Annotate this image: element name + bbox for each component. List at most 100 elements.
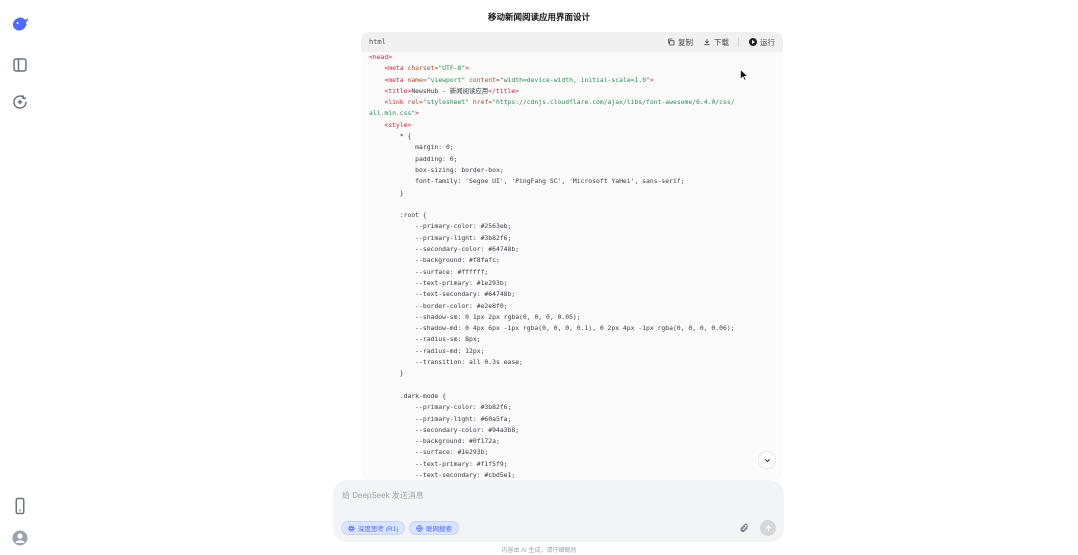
code-token: all.min.css"	[369, 109, 416, 118]
copy-button[interactable]: 复制	[667, 37, 693, 48]
code-token: --text-primary: #f1f5f9;	[369, 459, 508, 468]
code-line: ​	[369, 199, 775, 210]
code-line: --background: #0f172a;	[369, 436, 775, 447]
code-token: --border-color: #e2e8f0;	[369, 301, 508, 310]
message-input[interactable]	[342, 488, 742, 502]
code-line: --background: #f8fafc;	[369, 255, 775, 266]
left-sidebar	[0, 0, 40, 555]
code-token: <style>	[384, 120, 412, 129]
code-line: :root {	[369, 210, 775, 221]
code-token: padding: 0;	[369, 154, 458, 163]
code-token: charset=	[403, 64, 439, 73]
code-token: href=	[469, 98, 493, 107]
code-token: --text-secondary: #cbd5e1;	[369, 470, 516, 479]
web-search-toggle[interactable]: 联网搜索	[409, 521, 459, 535]
download-button[interactable]: 下载	[703, 37, 729, 48]
code-token: --text-primary: #1e293b;	[369, 278, 508, 287]
code-token: --background: #0f172a;	[369, 437, 500, 446]
code-token: rel=	[403, 98, 423, 107]
deep-think-label: 深度思考 (R1)	[358, 526, 399, 533]
page-title: 移动新闻阅读应用界面设计	[487, 12, 590, 22]
code-token: >	[415, 109, 420, 118]
download-label: 下载	[714, 37, 729, 47]
code-token: </title>	[488, 86, 519, 95]
paperclip-icon	[740, 523, 749, 532]
code-token: "https://cdnjs.cloudflare.com/ajax/libs/…	[492, 98, 735, 107]
code-line: all.min.css">	[369, 108, 775, 119]
code-token: --primary-color: #2563eb;	[369, 222, 512, 231]
code-token: --shadow-sm: 0 1px 2px rgba(0, 0, 0, 0.0…	[369, 312, 581, 321]
code-block: html 复制 下载 运行 <head> <meta charset="UTF-…	[361, 32, 783, 480]
globe-icon	[416, 524, 423, 532]
code-token: .dark-mode {	[369, 391, 446, 400]
code-token: <head>	[369, 53, 393, 61]
code-token: --text-secondary: #64748b;	[369, 290, 516, 299]
code-line: --primary-light: #60a5fa;	[369, 414, 775, 425]
code-token: --transition: all 0.3s ease;	[369, 358, 523, 367]
code-line: --radius-sm: 8px;	[369, 334, 775, 345]
code-line: --primary-color: #2563eb;	[369, 221, 775, 232]
code-line: --primary-color: #3b82f6;	[369, 402, 775, 413]
code-token: content=	[465, 75, 500, 84]
code-line: --border-color: #e2e8f0;	[369, 301, 775, 312]
code-token: font-family: 'Segoe UI', 'PingFang SC', …	[369, 177, 685, 186]
download-icon	[704, 39, 710, 46]
new-chat-icon[interactable]	[10, 92, 30, 112]
code-line: <link rel="stylesheet" href="https://cdn…	[369, 97, 775, 108]
code-token: <title>	[384, 86, 412, 95]
code-line: --secondary-color: #94a3b8;	[369, 425, 775, 436]
code-token: --radius-sm: 8px;	[369, 335, 481, 344]
code-line: --text-primary: #1e293b;	[369, 278, 775, 289]
message-composer: 深度思考 (R1) 联网搜索	[333, 480, 784, 542]
code-token: }	[369, 188, 404, 197]
code-token: --surface: #ffffff;	[369, 267, 489, 276]
sidebar-toggle-icon[interactable]	[10, 55, 30, 75]
code-line: font-family: 'Segoe UI', 'PingFang SC', …	[369, 176, 775, 187]
code-line: <meta name="viewport" content="width=dev…	[369, 75, 775, 86]
code-line: <style>	[369, 120, 775, 131]
code-line: --primary-light: #3b82f6;	[369, 233, 775, 244]
code-line: <meta charset="UTF-8">	[369, 63, 775, 74]
code-token: <link	[384, 98, 404, 107]
code-token: --secondary-color: #94a3b8;	[369, 425, 520, 434]
code-token: --radius-md: 12px;	[369, 346, 485, 355]
code-line: margin: 0;	[369, 142, 775, 153]
code-line: --text-secondary: #64748b;	[369, 289, 775, 300]
code-content: <head> <meta charset="UTF-8"> <meta name…	[361, 52, 783, 480]
code-token: <meta	[384, 75, 404, 84]
code-token: "stylesheet"	[422, 98, 470, 107]
ai-disclaimer: 内容由 AI 生成，请仔细甄别	[501, 548, 577, 554]
code-token: name=	[403, 75, 427, 84]
code-header: html 复制 下载 运行	[361, 32, 783, 52]
deep-think-toggle[interactable]: 深度思考 (R1)	[341, 521, 406, 535]
play-icon	[749, 38, 757, 46]
code-line: --shadow-md: 0 4px 6px -1px rgba(0, 0, 0…	[369, 323, 775, 334]
code-token: box-sizing: border-box;	[369, 165, 504, 174]
code-token: "width=device-width, initial-scale=1.0"	[499, 75, 650, 84]
code-token: >	[649, 75, 654, 84]
code-token: --background: #f8fafc;	[369, 256, 500, 265]
code-line: * {	[369, 131, 775, 142]
code-token: --surface: #1e293b;	[369, 448, 489, 457]
code-line: --surface: #ffffff;	[369, 267, 775, 278]
code-token: --shadow-md: 0 4px 6px -1px rgba(0, 0, 0…	[369, 324, 735, 333]
mobile-app-icon[interactable]	[10, 496, 30, 516]
code-line: --surface: #1e293b;	[369, 447, 775, 458]
copy-label: 复制	[678, 37, 693, 47]
mouse-cursor-icon	[740, 69, 748, 81]
code-line: --text-secondary: #cbd5e1;	[369, 470, 775, 480]
code-line: box-sizing: border-box;	[369, 165, 775, 176]
scroll-to-bottom-button[interactable]	[758, 451, 776, 469]
arrow-up-icon	[764, 524, 772, 531]
attach-file-button[interactable]	[737, 521, 751, 535]
code-token: NewsHub - 新闻阅读应用	[411, 86, 489, 95]
send-button[interactable]	[760, 520, 776, 536]
code-token: :root {	[369, 211, 427, 220]
run-button[interactable]: 运行	[749, 37, 775, 48]
code-line: ​	[369, 380, 775, 391]
